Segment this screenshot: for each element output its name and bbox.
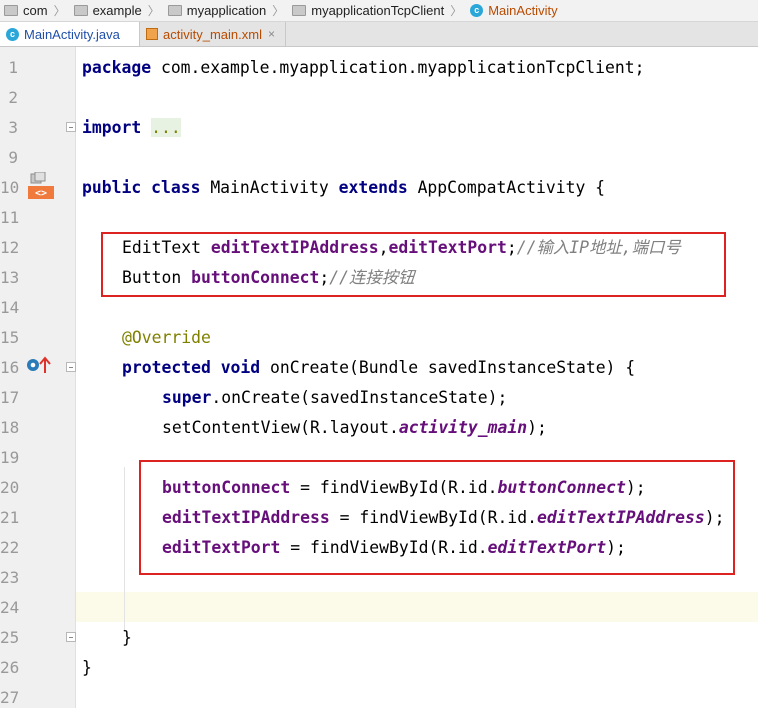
line-number: 21: [0, 508, 20, 527]
svg-text:<>: <>: [35, 188, 47, 199]
static-field: activity_main: [398, 418, 528, 437]
line-number: 24: [0, 598, 20, 617]
breadcrumb-label: MainActivity: [488, 3, 558, 18]
line-number: 11: [0, 208, 20, 227]
tab-label: MainActivity.java: [24, 26, 120, 42]
breadcrumb-item-tcpclient[interactable]: myapplicationTcpClient 〉: [288, 2, 466, 19]
line-number: 17: [0, 388, 20, 407]
keyword: import: [82, 118, 142, 137]
line-number: 18: [0, 418, 20, 437]
code-line-25: }: [122, 623, 132, 653]
line-number: 27: [0, 688, 20, 707]
override-method-icon[interactable]: [26, 355, 52, 375]
line-number: 9: [8, 148, 18, 167]
tab-mainactivity-java[interactable]: c MainActivity.java: [0, 22, 140, 46]
line-number-gutter: 1 2 3 9 10 11 12 13 14 15 16 17 18 19 20…: [0, 47, 76, 708]
code-line-17: super.onCreate(savedInstanceState);: [162, 383, 507, 413]
chevron-right-icon: 〉: [53, 4, 66, 18]
close-icon[interactable]: ×: [268, 27, 275, 41]
folder-icon: [167, 5, 182, 16]
fold-toggle-icon[interactable]: [66, 122, 76, 132]
tab-label: activity_main.xml: [163, 26, 262, 42]
line-number: 23: [0, 568, 20, 587]
code-text: .onCreate(savedInstanceState);: [211, 388, 508, 407]
folder-icon: [292, 5, 307, 16]
line-number: 25: [0, 628, 20, 647]
keyword: super: [162, 388, 212, 407]
highlight-box-findviewbyid: [139, 460, 735, 575]
line-number: 22: [0, 538, 20, 557]
breadcrumb-item-mainactivity[interactable]: c MainActivity: [466, 3, 558, 18]
annotation: @Override: [122, 328, 211, 347]
keyword: void: [220, 358, 261, 377]
folded-imports[interactable]: ...: [151, 118, 181, 137]
folder-icon: [4, 5, 18, 16]
code-line-3: import ...: [82, 113, 181, 143]
code-line-18: setContentView(R.layout.activity_main);: [162, 413, 547, 443]
code-text: setContentView(R.layout.: [162, 418, 399, 437]
keyword: extends: [338, 178, 408, 197]
breadcrumb-label: example: [92, 3, 142, 18]
code-text: );: [527, 418, 547, 437]
class-icon: c: [470, 4, 484, 17]
code-line-15: @Override: [122, 323, 211, 353]
line-number: 13: [0, 268, 20, 287]
current-line-highlight: [76, 592, 758, 622]
indent-guide: [124, 467, 125, 632]
breadcrumb-item-example[interactable]: example 〉: [70, 2, 164, 19]
class-name: MainActivity: [210, 178, 329, 197]
keyword: package: [82, 58, 152, 77]
fold-toggle-icon[interactable]: [66, 362, 76, 372]
line-number: 14: [0, 298, 20, 317]
code-line-26: }: [82, 653, 92, 683]
class-gutter-icon[interactable]: <>: [28, 172, 54, 200]
line-number: 2: [8, 88, 18, 107]
closing-brace: }: [82, 658, 92, 677]
code-text: com.example.myapplication.myapplicationT…: [151, 58, 645, 77]
line-number: 1: [8, 58, 18, 77]
breadcrumb-label: com: [23, 3, 48, 18]
code-text: onCreate(Bundle savedInstanceState) {: [270, 358, 636, 377]
line-number: 12: [0, 238, 20, 257]
tab-activity-main-xml[interactable]: activity_main.xml ×: [140, 22, 286, 46]
keyword: public: [82, 178, 142, 197]
line-number: 26: [0, 658, 20, 677]
breadcrumb-item-myapplication[interactable]: myapplication 〉: [164, 2, 289, 19]
code-line-10: public class MainActivity extends AppCom…: [82, 173, 605, 203]
highlight-box-declarations: [101, 232, 726, 297]
line-number: 15: [0, 328, 20, 347]
fold-toggle-icon[interactable]: [66, 632, 76, 642]
line-number: 20: [0, 478, 20, 497]
code-editor[interactable]: 1 2 3 9 10 11 12 13 14 15 16 17 18 19 20…: [0, 47, 758, 708]
line-number: 3: [8, 118, 18, 137]
code-text: AppCompatActivity {: [417, 178, 606, 197]
breadcrumb: com 〉 example 〉 myapplication 〉 myapplic…: [0, 0, 758, 22]
chevron-right-icon: 〉: [272, 4, 285, 18]
breadcrumb-label: myapplication: [186, 3, 267, 18]
line-number: 16: [0, 358, 20, 377]
code-line-1: package com.example.myapplication.myappl…: [82, 53, 644, 83]
xml-file-icon: [146, 28, 158, 40]
chevron-right-icon: 〉: [147, 4, 160, 18]
line-number: 19: [0, 448, 20, 467]
breadcrumb-item-com[interactable]: com 〉: [0, 2, 70, 19]
class-icon: c: [6, 27, 19, 41]
breadcrumb-label: myapplicationTcpClient: [311, 3, 445, 18]
closing-brace: }: [122, 628, 132, 647]
line-number: 10: [0, 178, 20, 197]
keyword: protected: [122, 358, 211, 377]
chevron-right-icon: 〉: [450, 4, 463, 18]
editor-tabs: c MainActivity.java activity_main.xml ×: [0, 22, 758, 47]
keyword: class: [151, 178, 201, 197]
folder-icon: [73, 5, 88, 16]
code-line-16: protected void onCreate(Bundle savedInst…: [122, 353, 635, 383]
